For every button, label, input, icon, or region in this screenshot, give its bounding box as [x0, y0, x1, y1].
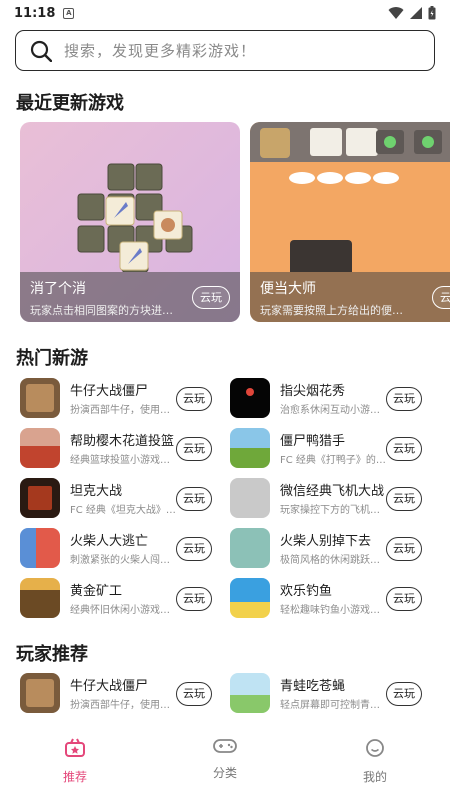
- game-thumbnail: [230, 378, 270, 418]
- game-thumbnail: [20, 673, 60, 713]
- status-bar: 11:18 A: [0, 0, 450, 26]
- game-name: 火柴人大逃亡: [70, 534, 149, 549]
- list-item[interactable]: 火柴人别掉下去 极简风格的休闲跳跃… 云玩: [230, 528, 440, 570]
- signal-icon: [410, 7, 422, 19]
- cloud-play-button[interactable]: 云玩: [176, 587, 212, 611]
- game-description: 轻松趣味钓鱼小游戏…: [280, 605, 380, 616]
- recent-game-card[interactable]: 便当大师 玩家需要按照上方给出的便… 云玩: [250, 122, 450, 322]
- nav-label: 推荐: [62, 770, 87, 784]
- status-indicators: [388, 6, 436, 20]
- list-item[interactable]: 僵尸鸭猎手 FC 经典《打鸭子》的… 云玩: [230, 428, 440, 470]
- game-description: 刺激紧张的火柴人闯…: [70, 555, 170, 566]
- list-item[interactable]: 青蛙吃苍蝇 轻点屏幕即可控制青… 云玩: [230, 673, 440, 715]
- cloud-play-button[interactable]: 云玩: [176, 537, 212, 561]
- smiley-icon: [366, 739, 384, 757]
- game-description: 扮演西部牛仔，使用…: [70, 700, 170, 711]
- cloud-play-button[interactable]: 云玩: [386, 487, 422, 511]
- game-name: 坦克大战: [70, 484, 123, 499]
- card-title: 便当大师: [260, 281, 316, 297]
- game-thumbnail: [230, 528, 270, 568]
- game-thumbnail: [230, 428, 270, 468]
- game-name: 火柴人别掉下去: [280, 534, 372, 549]
- cloud-play-button[interactable]: 云玩: [386, 587, 422, 611]
- nav-label: 我的: [362, 770, 387, 784]
- game-thumbnail: [230, 478, 270, 518]
- game-description: 玩家操控下方的飞机…: [280, 505, 380, 516]
- list-item[interactable]: 火柴人大逃亡 刺激紧张的火柴人闯… 云玩: [20, 528, 230, 570]
- section-title-hot: 热门新游: [16, 348, 88, 369]
- bottom-navigation: 推荐 分类 我的: [0, 732, 450, 794]
- cloud-play-button[interactable]: 云玩: [176, 487, 212, 511]
- list-item[interactable]: 欢乐钓鱼 轻松趣味钓鱼小游戏… 云玩: [230, 578, 440, 620]
- game-name: 青蛙吃苍蝇: [280, 679, 346, 694]
- section-title-recent: 最近更新游戏: [16, 93, 124, 114]
- list-item[interactable]: 坦克大战 FC 经典《坦克大战》… 云玩: [20, 478, 230, 520]
- card-info-overlay: 消了个消 玩家点击相同图案的方块进… 云玩: [20, 272, 240, 322]
- game-thumbnail: [20, 578, 60, 618]
- game-thumbnail: [20, 378, 60, 418]
- gamepad-icon: [213, 739, 237, 753]
- cloud-play-button[interactable]: 云玩: [432, 286, 450, 309]
- game-description: 治愈系休闲互动小游…: [280, 405, 380, 416]
- list-item[interactable]: 指尖烟花秀 治愈系休闲互动小游… 云玩: [230, 378, 440, 420]
- nav-tab-mine[interactable]: 我的: [300, 732, 450, 794]
- nav-label: 分类: [212, 766, 237, 780]
- game-name: 僵尸鸭猎手: [280, 434, 346, 449]
- game-description: 扮演西部牛仔，使用…: [70, 405, 170, 416]
- card-info-overlay: 便当大师 玩家需要按照上方给出的便… 云玩: [250, 272, 450, 322]
- cloud-play-button[interactable]: 云玩: [386, 387, 422, 411]
- cloud-play-button[interactable]: 云玩: [386, 537, 422, 561]
- cloud-play-button[interactable]: 云玩: [192, 286, 230, 309]
- game-name: 黄金矿工: [70, 584, 123, 599]
- search-icon: [30, 40, 52, 62]
- search-placeholder: 搜索，发现更多精彩游戏！: [64, 42, 257, 60]
- cloud-play-button[interactable]: 云玩: [386, 682, 422, 706]
- game-thumbnail: [20, 428, 60, 468]
- game-name: 牛仔大战僵尸: [70, 384, 149, 399]
- cloud-play-button[interactable]: 云玩: [176, 682, 212, 706]
- game-name: 牛仔大战僵尸: [70, 679, 149, 694]
- list-item[interactable]: 微信经典飞机大战 玩家操控下方的飞机… 云玩: [230, 478, 440, 520]
- game-description: 轻点屏幕即可控制青…: [280, 700, 380, 711]
- cloud-play-button[interactable]: 云玩: [386, 437, 422, 461]
- game-thumbnail: [230, 673, 270, 713]
- card-description: 玩家需要按照上方给出的便…: [260, 304, 403, 317]
- search-bar[interactable]: 搜索，发现更多精彩游戏！: [15, 30, 435, 71]
- game-name: 指尖烟花秀: [280, 384, 346, 399]
- game-description: 极简风格的休闲跳跃…: [280, 555, 380, 566]
- section-title-players: 玩家推荐: [16, 644, 88, 665]
- status-time: 11:18: [14, 5, 56, 21]
- game-cover-image: [77, 163, 193, 272]
- notification-icon: A: [63, 7, 75, 19]
- card-description: 玩家点击相同图案的方块进…: [30, 304, 173, 317]
- game-description: FC 经典《坦克大战》…: [70, 505, 176, 516]
- game-thumbnail: [20, 528, 60, 568]
- game-name: 微信经典飞机大战: [280, 484, 385, 499]
- game-name: 欢乐钓鱼: [280, 584, 333, 599]
- game-description: FC 经典《打鸭子》的…: [280, 455, 386, 466]
- game-name: 帮助樱木花道投篮: [70, 434, 175, 449]
- game-thumbnail: [20, 478, 60, 518]
- list-item[interactable]: 牛仔大战僵尸 扮演西部牛仔，使用… 云玩: [20, 673, 230, 715]
- game-cover-image: [250, 122, 450, 272]
- gift-box-icon: [65, 738, 85, 757]
- nav-tab-recommend[interactable]: 推荐: [0, 732, 150, 794]
- nav-tab-category[interactable]: 分类: [150, 732, 300, 794]
- list-item[interactable]: 黄金矿工 经典怀旧休闲小游戏… 云玩: [20, 578, 230, 620]
- recent-game-card[interactable]: 消了个消 玩家点击相同图案的方块进… 云玩: [20, 122, 240, 322]
- game-description: 经典篮球投篮小游戏…: [70, 455, 170, 466]
- cloud-play-button[interactable]: 云玩: [176, 387, 212, 411]
- game-description: 经典怀旧休闲小游戏…: [70, 605, 170, 616]
- game-thumbnail: [230, 578, 270, 618]
- battery-icon: [428, 6, 436, 20]
- list-item[interactable]: 牛仔大战僵尸 扮演西部牛仔，使用… 云玩: [20, 378, 230, 420]
- cloud-play-button[interactable]: 云玩: [176, 437, 212, 461]
- list-item[interactable]: 帮助樱木花道投篮 经典篮球投篮小游戏… 云玩: [20, 428, 230, 470]
- wifi-icon: [388, 6, 404, 19]
